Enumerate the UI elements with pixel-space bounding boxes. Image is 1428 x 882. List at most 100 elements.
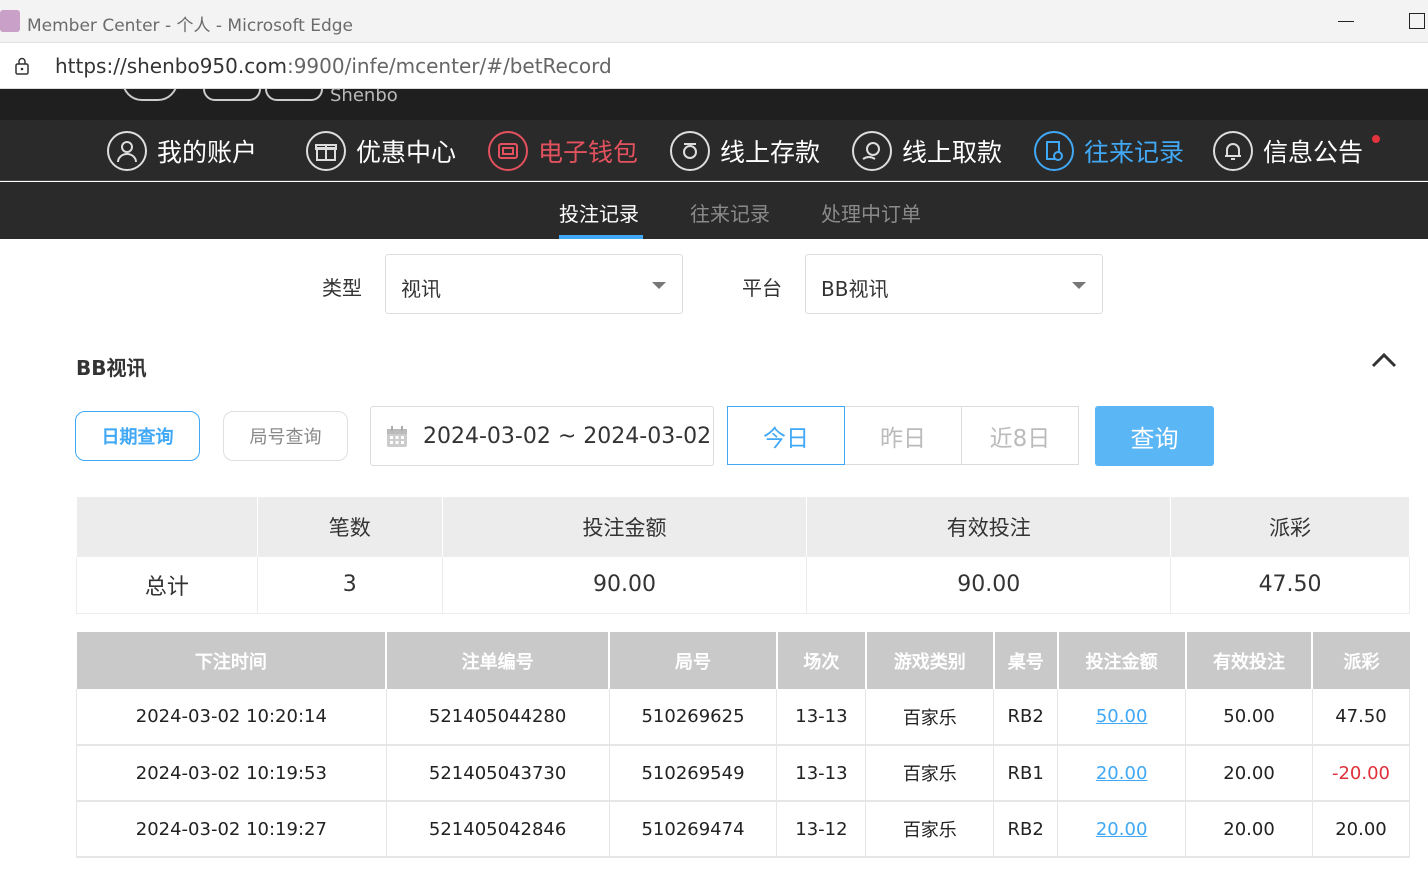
header-bet-id: 注单编号 — [386, 632, 611, 689]
summary-header-bet-amount: 投注金额 — [441, 496, 808, 557]
quick-date-group: 今日 昨日 近8日 — [727, 406, 1079, 465]
bet-amount-link[interactable]: 20.00 — [1096, 819, 1148, 840]
summary-header-valid-bet: 有效投注 — [806, 496, 1172, 557]
type-label: 类型 — [322, 276, 362, 300]
yesterday-button[interactable]: 昨日 — [844, 406, 962, 465]
header-payout: 派彩 — [1312, 632, 1410, 689]
nav-label: 电子钱包 — [538, 138, 639, 167]
site-header: Shenbo — [0, 89, 1428, 120]
valid-bet: 50.00 — [1185, 689, 1313, 746]
bet-id: 521405042846 — [386, 801, 610, 858]
table-row: 2024-03-02 10:19:27 521405042846 5102694… — [76, 801, 1411, 858]
summary-header-row: 笔数 投注金额 有效投注 派彩 — [76, 496, 1410, 557]
section-title: BB视讯 — [76, 356, 147, 380]
url-path: :9900/infe/mcenter/#/betRecord — [286, 54, 612, 78]
user-icon — [107, 131, 147, 171]
caret-down-icon — [652, 282, 666, 289]
platform-select[interactable]: BB视讯 — [805, 254, 1103, 314]
header-game-type: 游戏类别 — [865, 632, 995, 689]
chevron-up-icon[interactable] — [1370, 350, 1398, 370]
nav-label: 我的账户 — [157, 138, 258, 167]
nav-item-withdraw[interactable]: 线上取款 — [852, 130, 1002, 172]
summary-total-label: 总计 — [76, 556, 258, 614]
bet-amount-link[interactable]: 20.00 — [1096, 763, 1148, 784]
summary-total-row: 总计 3 90.00 90.00 47.50 — [76, 556, 1410, 614]
lock-icon — [15, 57, 29, 75]
address-bar[interactable]: https://shenbo950.com:9900/infe/mcenter/… — [0, 43, 1428, 89]
nav-label: 线上存款 — [720, 138, 821, 167]
header-table-no: 桌号 — [993, 632, 1059, 689]
logo-text: Shenbo — [330, 89, 398, 106]
bet-amount-cell: 20.00 — [1057, 801, 1187, 858]
payout: 47.50 — [1312, 689, 1411, 746]
round-id: 510269625 — [609, 689, 778, 746]
summary-bet-amount: 90.00 — [442, 556, 808, 614]
bet-time: 2024-03-02 10:20:14 — [76, 689, 387, 746]
date-query-button[interactable]: 日期查询 — [75, 411, 200, 461]
nav-label: 线上取款 — [902, 138, 1003, 167]
last-8-days-button[interactable]: 近8日 — [961, 406, 1079, 465]
summary-valid-bet: 90.00 — [806, 556, 1172, 614]
gift-icon — [306, 131, 346, 171]
main-nav: 我的账户 优惠中心 电子钱包 线上存款 线上取款 往来记录 信息公告 — [0, 120, 1428, 181]
type-select-value: 视讯 — [401, 277, 441, 301]
summary-header-payout: 派彩 — [1170, 496, 1410, 557]
summary-payout: 47.50 — [1170, 556, 1410, 614]
game-type: 百家乐 — [865, 689, 995, 746]
valid-bet: 20.00 — [1185, 745, 1313, 802]
payout-cell: -20.00 — [1312, 745, 1411, 802]
query-button[interactable]: 查询 — [1095, 406, 1214, 466]
bet-amount-cell: 20.00 — [1057, 745, 1187, 802]
maximize-icon[interactable] — [1409, 13, 1425, 29]
type-select[interactable]: 视讯 — [385, 254, 683, 314]
caret-down-icon — [1072, 282, 1086, 289]
bet-id: 521405043730 — [386, 745, 610, 802]
nav-item-deposit[interactable]: 线上存款 — [670, 130, 820, 172]
summary-header-blank — [76, 496, 258, 557]
date-range-picker[interactable]: 2024-03-02 ~ 2024-03-02 — [370, 406, 714, 466]
logo-box-1 — [203, 89, 261, 101]
valid-bet: 20.00 — [1185, 801, 1313, 858]
nav-item-records[interactable]: 往来记录 — [1034, 130, 1184, 172]
payout: -20.00 — [1331, 762, 1390, 784]
calendar-icon — [387, 426, 407, 447]
window-titlebar: Member Center - 个人 - Microsoft Edge — [0, 0, 1428, 43]
table-no: RB2 — [993, 801, 1059, 858]
game-type: 百家乐 — [865, 801, 995, 858]
bet-time: 2024-03-02 10:19:53 — [76, 745, 387, 802]
table-no: RB2 — [993, 689, 1059, 746]
nav-item-promotions[interactable]: 优惠中心 — [306, 130, 456, 172]
nav-item-wallet[interactable]: 电子钱包 — [488, 130, 638, 172]
nav-label: 信息公告 — [1263, 138, 1364, 167]
tab-transactions[interactable]: 往来记录 — [690, 198, 770, 227]
table-no: RB1 — [993, 745, 1059, 802]
logo-box-2 — [265, 89, 323, 101]
window-title: Member Center - 个人 - Microsoft Edge — [27, 16, 353, 36]
bet-records-table: 下注时间 注单编号 局号 场次 游戏类别 桌号 投注金额 有效投注 派彩 202… — [76, 632, 1411, 858]
minimize-icon[interactable] — [1338, 21, 1354, 22]
session: 13-12 — [776, 801, 867, 858]
summary-count: 3 — [257, 556, 443, 614]
bet-amount-link[interactable]: 50.00 — [1096, 706, 1148, 727]
records-header-row: 下注时间 注单编号 局号 场次 游戏类别 桌号 投注金额 有效投注 派彩 — [76, 632, 1410, 689]
today-button[interactable]: 今日 — [727, 406, 845, 465]
nav-item-announcements[interactable]: 信息公告 — [1213, 130, 1363, 172]
platform-select-value: BB视讯 — [821, 277, 889, 301]
header-bet-time: 下注时间 — [76, 632, 388, 689]
notification-dot — [1372, 135, 1380, 143]
bell-icon — [1213, 131, 1253, 171]
session: 13-13 — [776, 689, 867, 746]
bet-id: 521405044280 — [386, 689, 610, 746]
game-type: 百家乐 — [865, 745, 995, 802]
url-text[interactable]: https://shenbo950.com:9900/infe/mcenter/… — [55, 54, 612, 78]
nav-item-account[interactable]: 我的账户 — [107, 130, 257, 172]
round-query-button[interactable]: 局号查询 — [223, 411, 348, 461]
bet-time: 2024-03-02 10:19:27 — [76, 801, 387, 858]
tab-pending-orders[interactable]: 处理中订单 — [821, 198, 921, 227]
round-id: 510269474 — [609, 801, 778, 858]
bet-amount-cell: 50.00 — [1057, 689, 1187, 746]
tab-bet-records[interactable]: 投注记录 — [559, 198, 639, 227]
app-icon — [0, 10, 20, 32]
session: 13-13 — [776, 745, 867, 802]
url-host: https://shenbo950.com — [55, 54, 287, 78]
